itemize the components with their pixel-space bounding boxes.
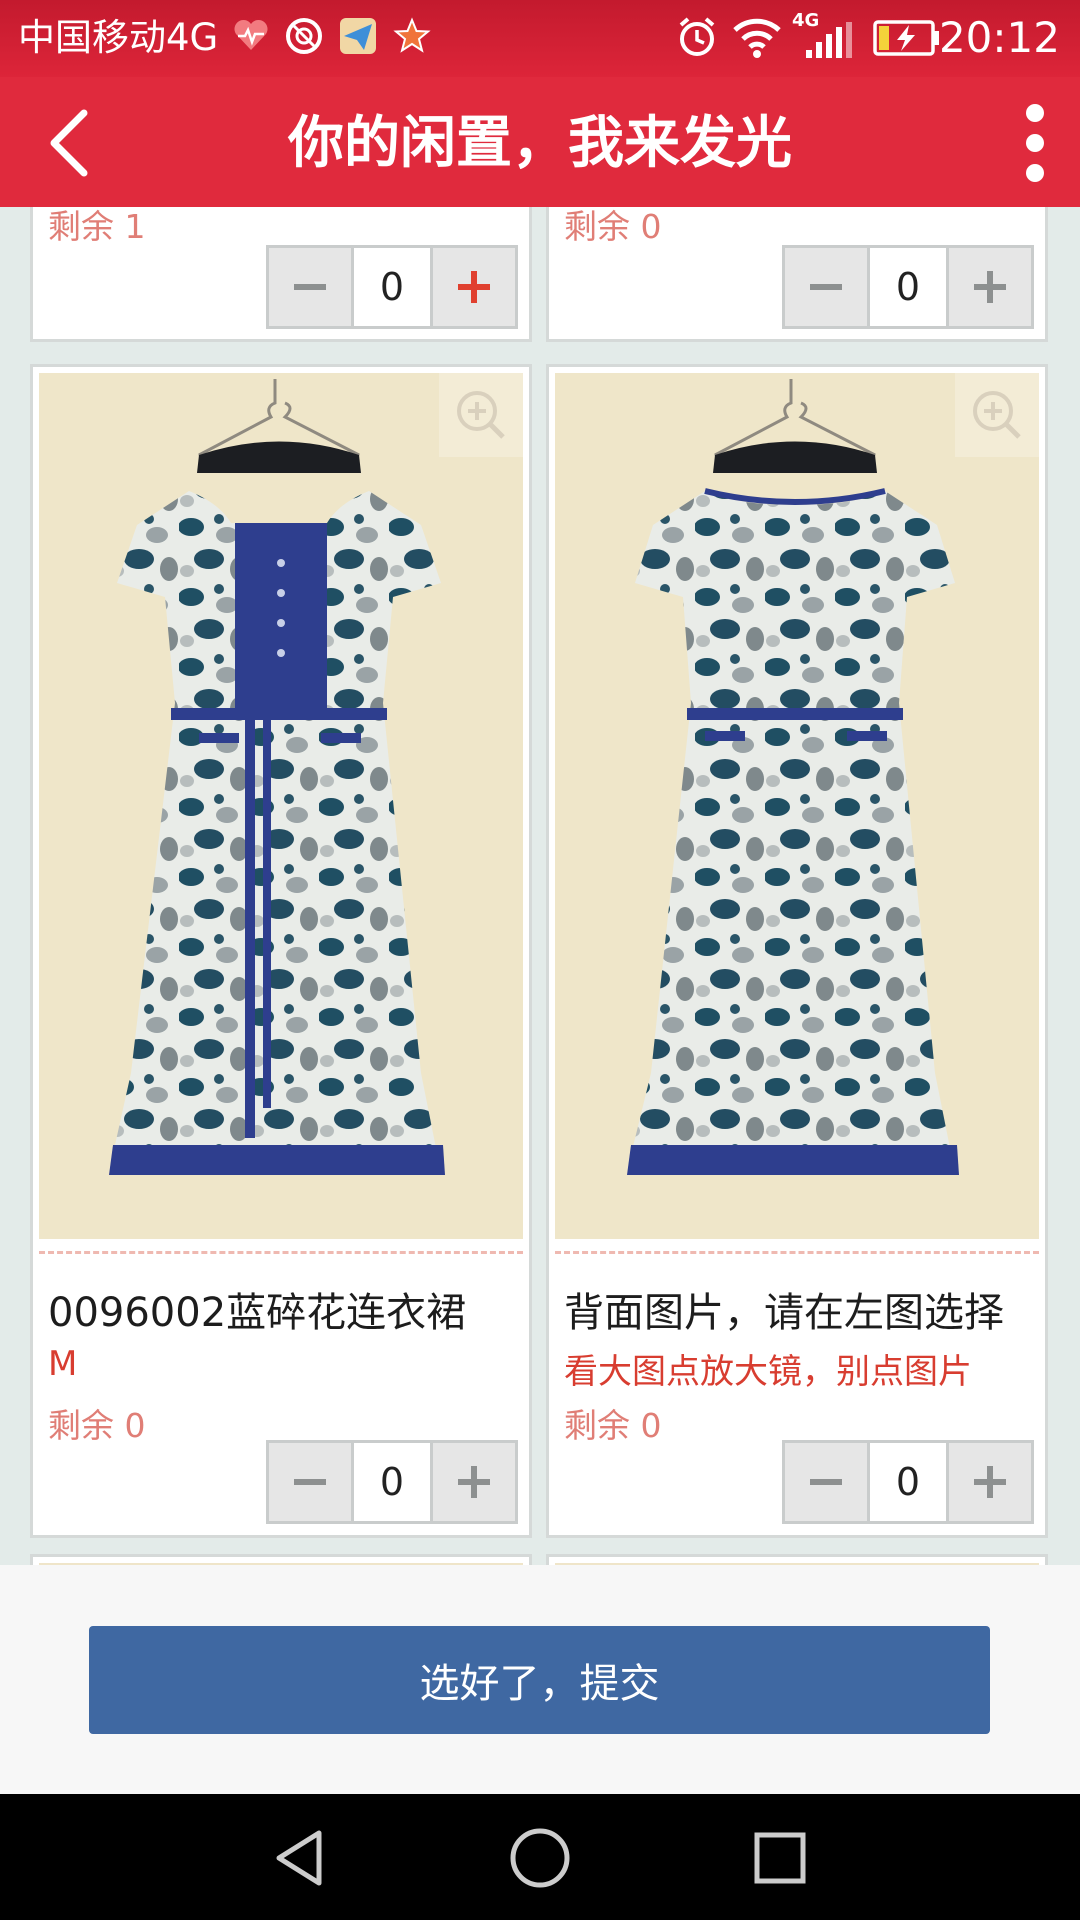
quantity-value[interactable]: 0 — [867, 1443, 949, 1521]
product-card — [546, 1554, 1048, 1565]
minus-icon — [810, 284, 842, 290]
decrease-button[interactable] — [785, 248, 867, 326]
product-name: 背面图片，请在左图选择 — [564, 1290, 1004, 1336]
zoom-button[interactable] — [955, 373, 1039, 457]
product-photo[interactable] — [39, 373, 523, 1239]
decrease-button[interactable] — [269, 1443, 351, 1521]
status-bar: 中国移动4G 4G 20:12 — [0, 0, 1080, 77]
minus-icon — [810, 1479, 842, 1485]
wifi-icon — [733, 18, 781, 58]
remaining-stock: 剩余 1 — [48, 207, 146, 246]
battery-charging-icon — [873, 20, 939, 56]
zoom-in-icon — [973, 391, 1021, 439]
product-card: 0096002蓝碎花连衣裙 M 剩余 0 0 — [30, 364, 532, 1538]
bottom-bar: 选好了，提交 — [0, 1565, 1080, 1794]
title-bar: 你的闲置，我来发光 — [0, 77, 1080, 207]
quantity-stepper: 0 — [782, 1440, 1034, 1524]
increase-button[interactable] — [949, 248, 1031, 326]
product-card — [30, 1554, 532, 1565]
divider — [39, 1251, 523, 1254]
decrease-button[interactable] — [785, 1443, 867, 1521]
nav-recents-icon[interactable] — [745, 1823, 815, 1893]
carrier-label: 中国移动4G — [18, 16, 219, 59]
paper-plane-icon — [340, 18, 376, 54]
plus-icon — [974, 271, 1006, 303]
minus-icon — [294, 284, 326, 290]
product-card: 背面图片，请在左图选择 看大图点放大镜，别点图片 剩余 0 0 — [546, 364, 1048, 1538]
product-card: 剩余 0 0 — [546, 207, 1048, 342]
quantity-value[interactable]: 0 — [351, 1443, 433, 1521]
quantity-stepper: 0 — [266, 245, 518, 329]
product-grid[interactable]: 剩余 1 0 剩余 0 0 0096002蓝碎花连衣裙 M 剩余 0 0 背面图… — [0, 207, 1080, 1565]
quantity-value[interactable]: 0 — [867, 248, 949, 326]
increase-button[interactable] — [949, 1443, 1031, 1521]
navigation-bar — [0, 1794, 1080, 1920]
more-vertical-icon[interactable] — [1020, 101, 1050, 185]
alarm-icon — [679, 17, 715, 56]
quantity-stepper: 0 — [266, 1440, 518, 1524]
product-name: 0096002蓝碎花连衣裙 — [48, 1290, 467, 1336]
plus-icon — [458, 1466, 490, 1498]
signal-icon — [806, 22, 852, 58]
product-variant: 看大图点放大镜，别点图片 — [564, 1352, 972, 1392]
clock: 20:12 — [938, 13, 1060, 62]
plus-icon — [974, 1466, 1006, 1498]
increase-button[interactable] — [433, 1443, 515, 1521]
dress-back-image — [555, 373, 1039, 1239]
dress-front-image — [39, 373, 523, 1239]
product-variant: M — [48, 1344, 78, 1384]
star-app-icon — [393, 17, 431, 53]
product-card: 剩余 1 0 — [30, 207, 532, 342]
submit-button[interactable]: 选好了，提交 — [89, 1626, 990, 1734]
decrease-button[interactable] — [269, 248, 351, 326]
divider — [555, 1251, 1039, 1254]
nav-home-icon[interactable] — [505, 1823, 575, 1893]
health-heart-icon — [234, 19, 268, 50]
product-photo[interactable] — [555, 373, 1039, 1239]
page-title: 你的闲置，我来发光 — [288, 111, 792, 176]
remaining-stock: 剩余 0 — [564, 1406, 662, 1445]
quantity-stepper: 0 — [782, 245, 1034, 329]
remaining-stock: 剩余 0 — [48, 1406, 146, 1445]
app-icon — [286, 18, 322, 54]
plus-icon — [458, 271, 490, 303]
remaining-stock: 剩余 0 — [564, 207, 662, 246]
nav-back-icon[interactable] — [265, 1823, 335, 1893]
zoom-in-icon — [457, 391, 505, 439]
minus-icon — [294, 1479, 326, 1485]
zoom-button[interactable] — [439, 373, 523, 457]
quantity-value[interactable]: 0 — [351, 248, 433, 326]
increase-button[interactable] — [433, 248, 515, 326]
